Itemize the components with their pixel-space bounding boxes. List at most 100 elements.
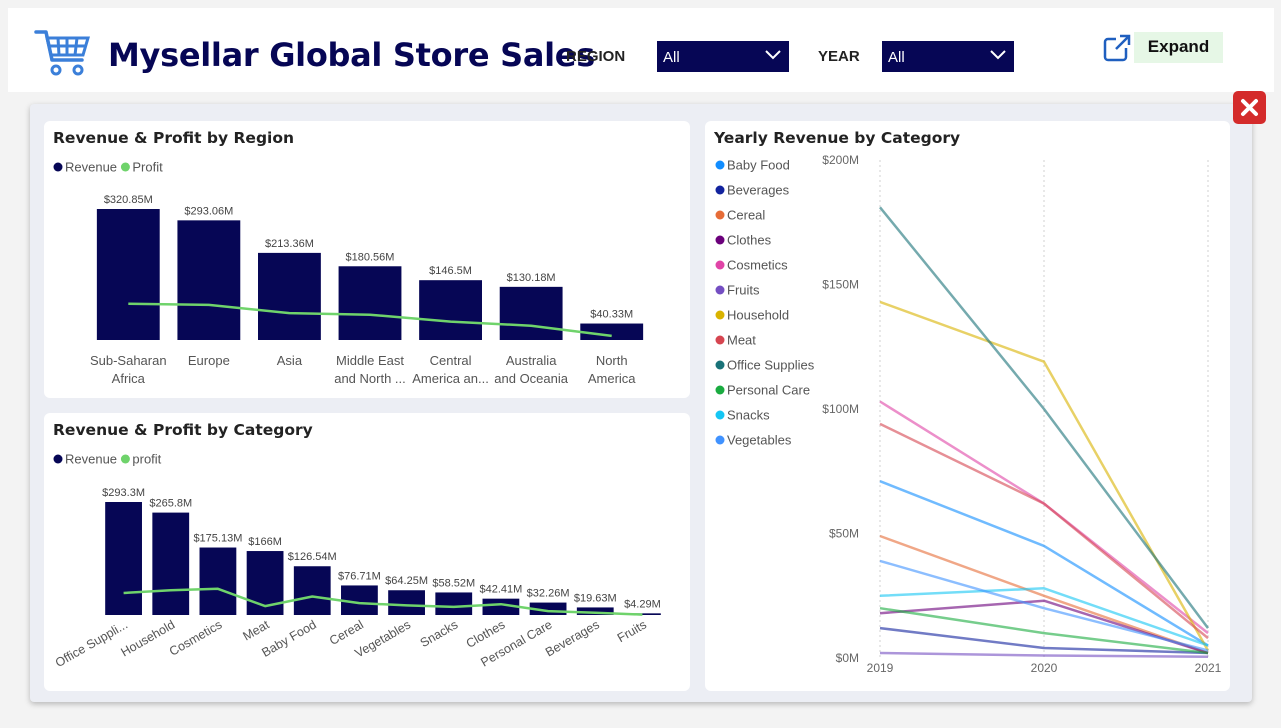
bar-data-label: $76.71M	[338, 570, 381, 582]
x-tick-label: America an...	[412, 371, 489, 386]
region-dropdown[interactable]: All	[657, 41, 789, 72]
yearly-chart: Baby Food Beverages Cereal Clothes Cosmetics…	[715, 153, 1222, 675]
expand-button[interactable]: Expand	[1134, 32, 1223, 63]
legend-label-revenue: Revenue	[65, 452, 117, 467]
legend-label-office-supplies: Office Supplies	[727, 358, 815, 373]
bar-data-label: $19.63M	[574, 592, 617, 604]
region-dropdown-value: All	[663, 49, 680, 66]
legend-marker-office-supplies	[715, 360, 725, 370]
y-tick-label: $100M	[822, 402, 859, 416]
yearly-chart-card: Yearly Revenue by Category Baby Food Beve…	[705, 121, 1230, 691]
legend-marker-household	[715, 310, 725, 320]
bar-data-label: $175.13M	[193, 533, 242, 545]
legend-marker-cereal	[715, 210, 725, 220]
x-tick-label: Europe	[188, 353, 230, 368]
chevron-down-icon	[765, 50, 781, 60]
header-bar: Mysellar Global Store Sales REGION All Y…	[8, 8, 1274, 92]
revenue-bar-vegetables	[388, 590, 425, 615]
legend-label-clothes: Clothes	[727, 233, 772, 248]
year-filter-label: YEAR	[818, 48, 860, 65]
legend-marker-cosmetics	[715, 260, 725, 270]
bar-data-label: $180.56M	[346, 251, 395, 263]
legend-label-profit: Profit	[132, 160, 163, 175]
revenue-bar-cosmetics	[199, 547, 237, 615]
bar-data-label: $130.18M	[507, 272, 556, 284]
region-chart: Revenue Profit $320.85M Sub-Saharan Africa $2…	[53, 160, 644, 386]
revenue-bar-sub-saharan-africa	[96, 209, 160, 340]
x-tick-label: Central	[430, 353, 472, 368]
legend-marker-beverages	[715, 185, 725, 195]
x-tick-label: Cosmetics	[167, 617, 225, 658]
close-icon	[1241, 99, 1258, 116]
legend-label-personal-care: Personal Care	[727, 383, 810, 398]
x-tick-label: Asia	[277, 353, 303, 368]
x-tick-label: Snacks	[418, 617, 461, 650]
legend-marker-revenue	[53, 454, 63, 464]
bar-data-label: $293.3M	[102, 487, 145, 499]
legend-marker-meat	[715, 335, 725, 345]
x-tick-label: Baby Food	[259, 617, 318, 659]
revenue-bar-middle-east-and-north	[338, 266, 402, 340]
x-tick-label: and North ...	[334, 371, 406, 386]
legend-label-vegetables: Vegetables	[727, 433, 792, 448]
revenue-bar-north-america	[580, 323, 644, 340]
legend-marker-revenue	[53, 162, 63, 172]
bar-data-label: $64.25M	[385, 575, 428, 587]
revenue-bar-europe	[177, 220, 241, 340]
legend-label-fruits: Fruits	[727, 283, 760, 298]
revenue-bar-snacks	[435, 592, 473, 615]
x-tick-label: Middle East	[336, 353, 404, 368]
y-tick-label: $50M	[829, 527, 859, 541]
x-tick-label: Household	[118, 617, 177, 659]
shopping-cart-icon	[34, 30, 90, 76]
x-tick-label: Meat	[241, 617, 273, 643]
bar-data-label: $213.36M	[265, 238, 314, 250]
legend-marker-clothes	[715, 235, 725, 245]
legend-marker-profit	[120, 454, 130, 464]
year-dropdown-value: All	[888, 49, 905, 66]
bar-data-label: $40.33M	[590, 309, 633, 321]
legend-label-cereal: Cereal	[727, 208, 765, 223]
legend-marker-vegetables	[715, 435, 725, 445]
legend-label-beverages: Beverages	[727, 183, 790, 198]
revenue-bar-australia-and-oceania	[499, 286, 563, 340]
y-tick-label: $150M	[822, 278, 859, 292]
legend-marker-fruits	[715, 285, 725, 295]
bar-data-label: $320.85M	[104, 194, 153, 206]
x-tick-label: Australia	[506, 353, 557, 368]
bar-data-label: $293.06M	[184, 205, 233, 217]
x-tick-label: Africa	[112, 371, 146, 386]
year-dropdown[interactable]: All	[882, 41, 1014, 72]
x-tick-label: 2020	[1031, 661, 1058, 675]
legend-marker-personal-care	[715, 385, 725, 395]
bar-data-label: $166M	[248, 536, 282, 548]
y-tick-label: $200M	[822, 153, 859, 167]
legend-marker-profit	[120, 162, 130, 172]
revenue-bar-central-america-an	[419, 280, 482, 340]
series-line-fruits	[879, 651, 1209, 659]
legend-label-cosmetics: Cosmetics	[727, 258, 788, 273]
x-tick-label: Beverages	[543, 617, 602, 659]
legend-marker-snacks	[715, 410, 725, 420]
external-link-icon[interactable]	[1102, 33, 1132, 63]
close-button[interactable]	[1233, 91, 1266, 124]
x-tick-label: 2019	[867, 661, 894, 675]
revenue-bar-baby-food	[293, 566, 331, 615]
category-chart-card: Revenue & Profit by Category Revenue prof…	[44, 413, 690, 691]
x-tick-label: 2021	[1195, 661, 1222, 675]
legend-label-profit: profit	[132, 452, 161, 467]
x-tick-label: America	[588, 371, 636, 386]
legend-label-revenue: Revenue	[65, 160, 117, 175]
legend-label-baby-food: Baby Food	[727, 158, 790, 173]
legend-label-household: Household	[727, 308, 789, 323]
bar-data-label: $42.41M	[480, 584, 523, 596]
category-chart: Revenue profit $293.3M Office Suppli... $265…	[53, 452, 661, 670]
bar-data-label: $265.8M	[149, 498, 192, 510]
legend-label-meat: Meat	[727, 333, 756, 348]
bar-data-label: $58.52M	[432, 577, 475, 589]
x-tick-label: Fruits	[615, 617, 649, 645]
bar-data-label: $146.5M	[429, 265, 472, 277]
chevron-down-icon	[990, 50, 1006, 60]
x-tick-label: North	[596, 353, 628, 368]
bar-data-label: $126.54M	[288, 551, 337, 563]
